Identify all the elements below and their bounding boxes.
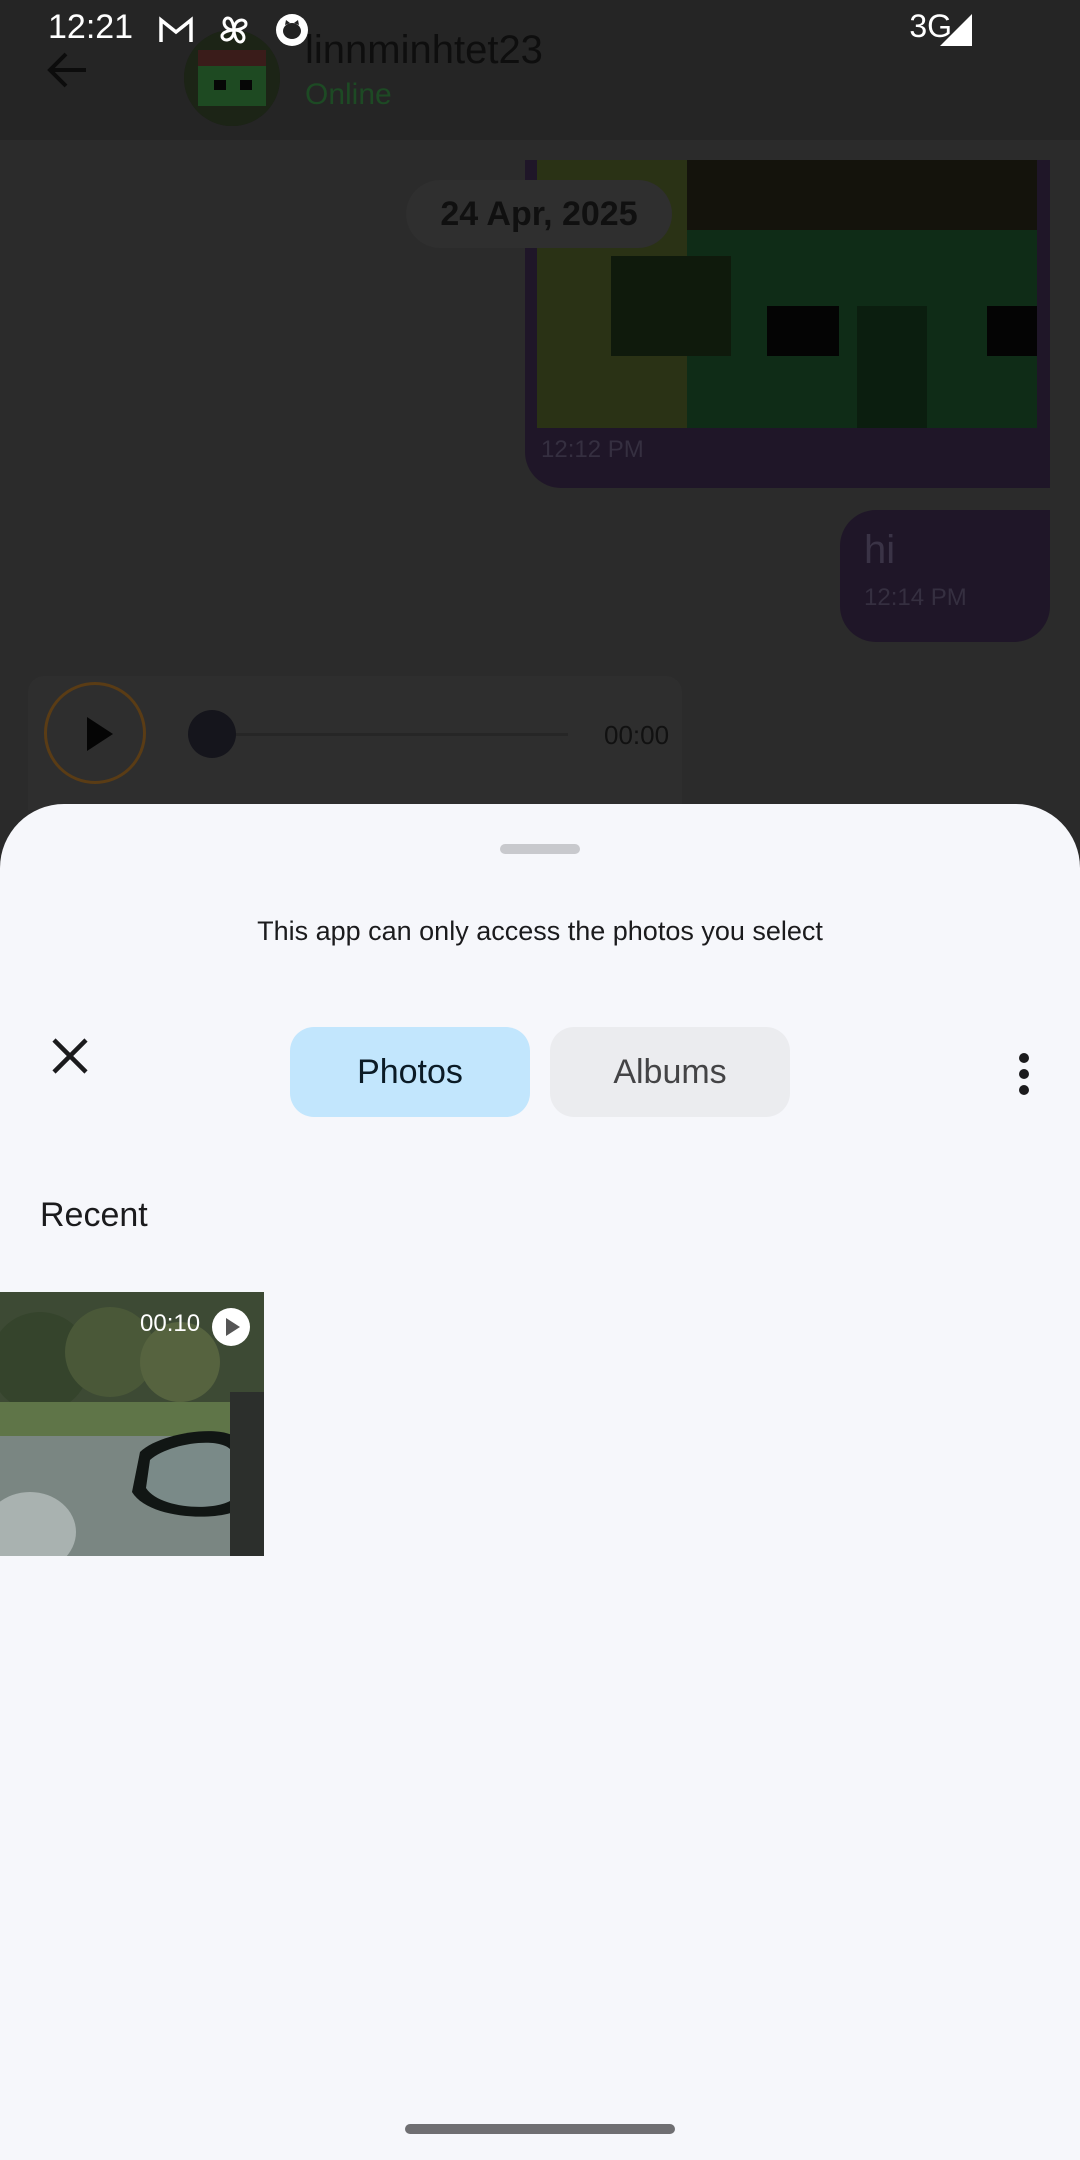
github-icon <box>274 12 310 48</box>
notification-icons <box>158 12 310 48</box>
audio-play-icon[interactable] <box>44 682 146 784</box>
image-message-time: 12:12 PM <box>541 436 644 463</box>
audio-duration: 00:00 <box>604 720 670 750</box>
close-icon[interactable] <box>42 1028 98 1084</box>
status-bar: 12:21 3G <box>0 0 1080 60</box>
contact-status: Online <box>305 78 392 111</box>
signal-icon <box>940 14 972 46</box>
date-separator: 24 Apr, 2025 <box>406 180 672 248</box>
tab-photos[interactable]: Photos <box>290 1027 530 1117</box>
access-note: This app can only access the photos you … <box>257 916 823 946</box>
audio-message: 00:00 <box>28 676 682 810</box>
text-message[interactable]: hi 12:14 PM <box>840 510 1050 642</box>
photo-picker-sheet: This app can only access the photos you … <box>0 804 1080 2160</box>
text-message-time: 12:14 PM <box>864 584 967 611</box>
text-message-body: hi <box>864 528 896 572</box>
sheet-drag-handle[interactable] <box>500 844 580 854</box>
chat-screen: linnminhtet23 Online 12:12 PM 24 Apr, 20… <box>0 0 1080 810</box>
gmail-icon <box>158 12 194 48</box>
media-thumbnail[interactable]: 00:10 <box>0 1292 264 1556</box>
video-duration: 00:10 <box>140 1310 201 1337</box>
gesture-nav-bar[interactable] <box>405 2124 675 2134</box>
audio-seek-handle[interactable] <box>188 710 236 758</box>
video-play-icon <box>212 1308 250 1346</box>
section-title-recent: Recent <box>40 1196 148 1234</box>
pinwheel-icon <box>216 12 252 48</box>
status-time: 12:21 <box>48 8 134 46</box>
more-options-icon[interactable] <box>1006 1050 1042 1098</box>
audio-progress-track[interactable] <box>228 733 568 736</box>
tab-albums[interactable]: Albums <box>550 1027 790 1117</box>
